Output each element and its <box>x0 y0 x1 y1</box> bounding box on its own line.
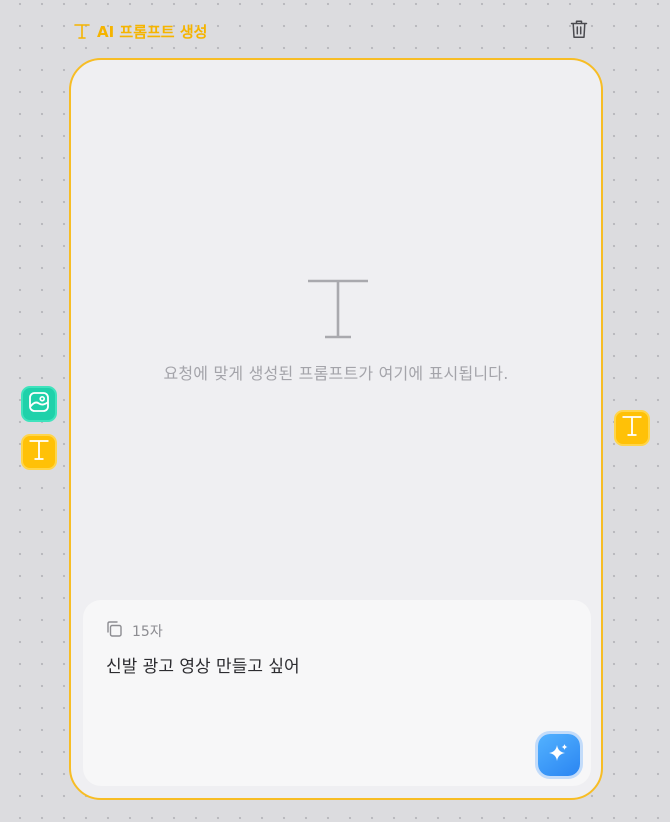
image-icon <box>28 391 50 417</box>
node-title: AI 프롬프트 생성 <box>97 22 208 41</box>
char-count: 15자 <box>132 624 163 640</box>
panel-meta: 15자 <box>105 621 163 641</box>
prompt-input[interactable]: 신발 광고 영상 만들고 싶어 <box>106 652 300 677</box>
node-header: AI 프롬프트 생성 <box>73 20 207 42</box>
text-input-port[interactable] <box>21 434 57 470</box>
copy-icon <box>105 620 123 642</box>
image-input-port[interactable] <box>21 386 57 422</box>
delete-node-button[interactable] <box>568 19 590 43</box>
copy-button[interactable] <box>105 620 123 642</box>
prompt-node-card[interactable]: 요청에 맞게 생성된 프롬프트가 여기에 표시됩니다. 15자 신발 광고 영상… <box>69 58 603 800</box>
text-output-port[interactable] <box>614 410 650 446</box>
trash-icon <box>570 19 588 43</box>
sparkle-icon <box>548 742 570 768</box>
text-icon <box>73 22 91 40</box>
generate-button[interactable] <box>538 734 580 776</box>
text-icon <box>27 438 51 466</box>
prompt-input-panel[interactable]: 15자 신발 광고 영상 만들고 싶어 <box>83 600 591 786</box>
text-icon <box>306 278 370 340</box>
output-placeholder: 요청에 맞게 생성된 프롬프트가 여기에 표시됩니다. <box>71 60 601 600</box>
text-icon <box>620 414 644 442</box>
placeholder-text: 요청에 맞게 생성된 프롬프트가 여기에 표시됩니다. <box>163 364 509 383</box>
